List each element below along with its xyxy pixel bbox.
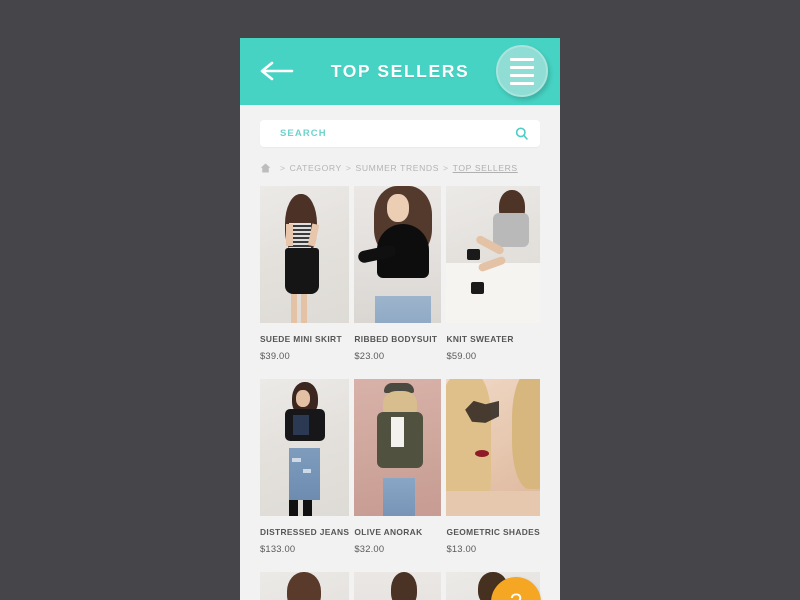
product-card[interactable]: OLIVE ANORAK $32.00 (354, 379, 442, 572)
breadcrumb-item-summer-trends[interactable]: SUMMER TRENDS (355, 163, 439, 173)
search-input[interactable] (278, 127, 514, 140)
product-price: $133.00 (260, 543, 296, 554)
back-button[interactable] (260, 60, 294, 82)
product-card[interactable] (260, 572, 350, 600)
product-price: $59.00 (446, 350, 477, 361)
product-price: $39.00 (260, 350, 290, 361)
hamburger-bar (510, 65, 534, 69)
product-card[interactable]: KNIT SWEATER $59.00 (446, 186, 540, 379)
breadcrumb-separator: > (443, 163, 449, 173)
hamburger-bar (510, 81, 534, 85)
product-price: $23.00 (354, 350, 385, 361)
product-card[interactable]: DISTRESSED JEANS $133.00 (260, 379, 350, 572)
hamburger-bar (510, 57, 534, 61)
search-bar[interactable] (260, 120, 540, 147)
product-card[interactable] (354, 572, 442, 600)
product-title: KNIT SWEATER (446, 334, 514, 344)
product-image[interactable] (260, 379, 350, 516)
product-title: GEOMETRIC SHADES (446, 527, 540, 537)
product-title: DISTRESSED JEANS (260, 527, 350, 537)
product-title: SUEDE MINI SKIRT (260, 334, 342, 344)
hamburger-menu-button[interactable] (496, 45, 548, 97)
product-image[interactable] (354, 379, 442, 516)
product-image[interactable] (260, 186, 350, 323)
hamburger-bar (510, 73, 534, 77)
product-image[interactable] (354, 186, 442, 323)
product-image[interactable] (446, 186, 540, 323)
product-image[interactable] (260, 572, 350, 600)
breadcrumb-item-top-sellers[interactable]: TOP SELLERS (453, 163, 518, 173)
phone-screen: TOP SELLERS > CATEGORY > SUMMER TRENDS >… (240, 38, 560, 600)
product-price: $13.00 (446, 543, 477, 554)
arrow-left-icon (260, 61, 294, 81)
product-card[interactable]: GEOMETRIC SHADES $13.00 (446, 379, 540, 572)
breadcrumb: > CATEGORY > SUMMER TRENDS > TOP SELLERS (260, 163, 540, 173)
product-title: RIBBED BODYSUIT (354, 334, 438, 344)
product-image[interactable] (354, 572, 442, 600)
search-icon[interactable] (514, 126, 530, 142)
product-grid: SUEDE MINI SKIRT $39.00 RIBBED BODYSUIT … (260, 186, 540, 600)
product-image[interactable] (446, 379, 540, 516)
app-header: TOP SELLERS (240, 38, 560, 105)
product-card[interactable]: RIBBED BODYSUIT $23.00 (354, 186, 442, 379)
product-card[interactable]: SUEDE MINI SKIRT $39.00 (260, 186, 350, 379)
breadcrumb-separator: > (345, 163, 352, 173)
home-icon[interactable] (260, 163, 271, 173)
product-title: OLIVE ANORAK (354, 527, 423, 537)
product-price: $32.00 (354, 543, 385, 554)
help-button-label: ? (510, 589, 522, 600)
breadcrumb-item-category[interactable]: CATEGORY (290, 163, 342, 173)
breadcrumb-separator: > (280, 163, 286, 173)
